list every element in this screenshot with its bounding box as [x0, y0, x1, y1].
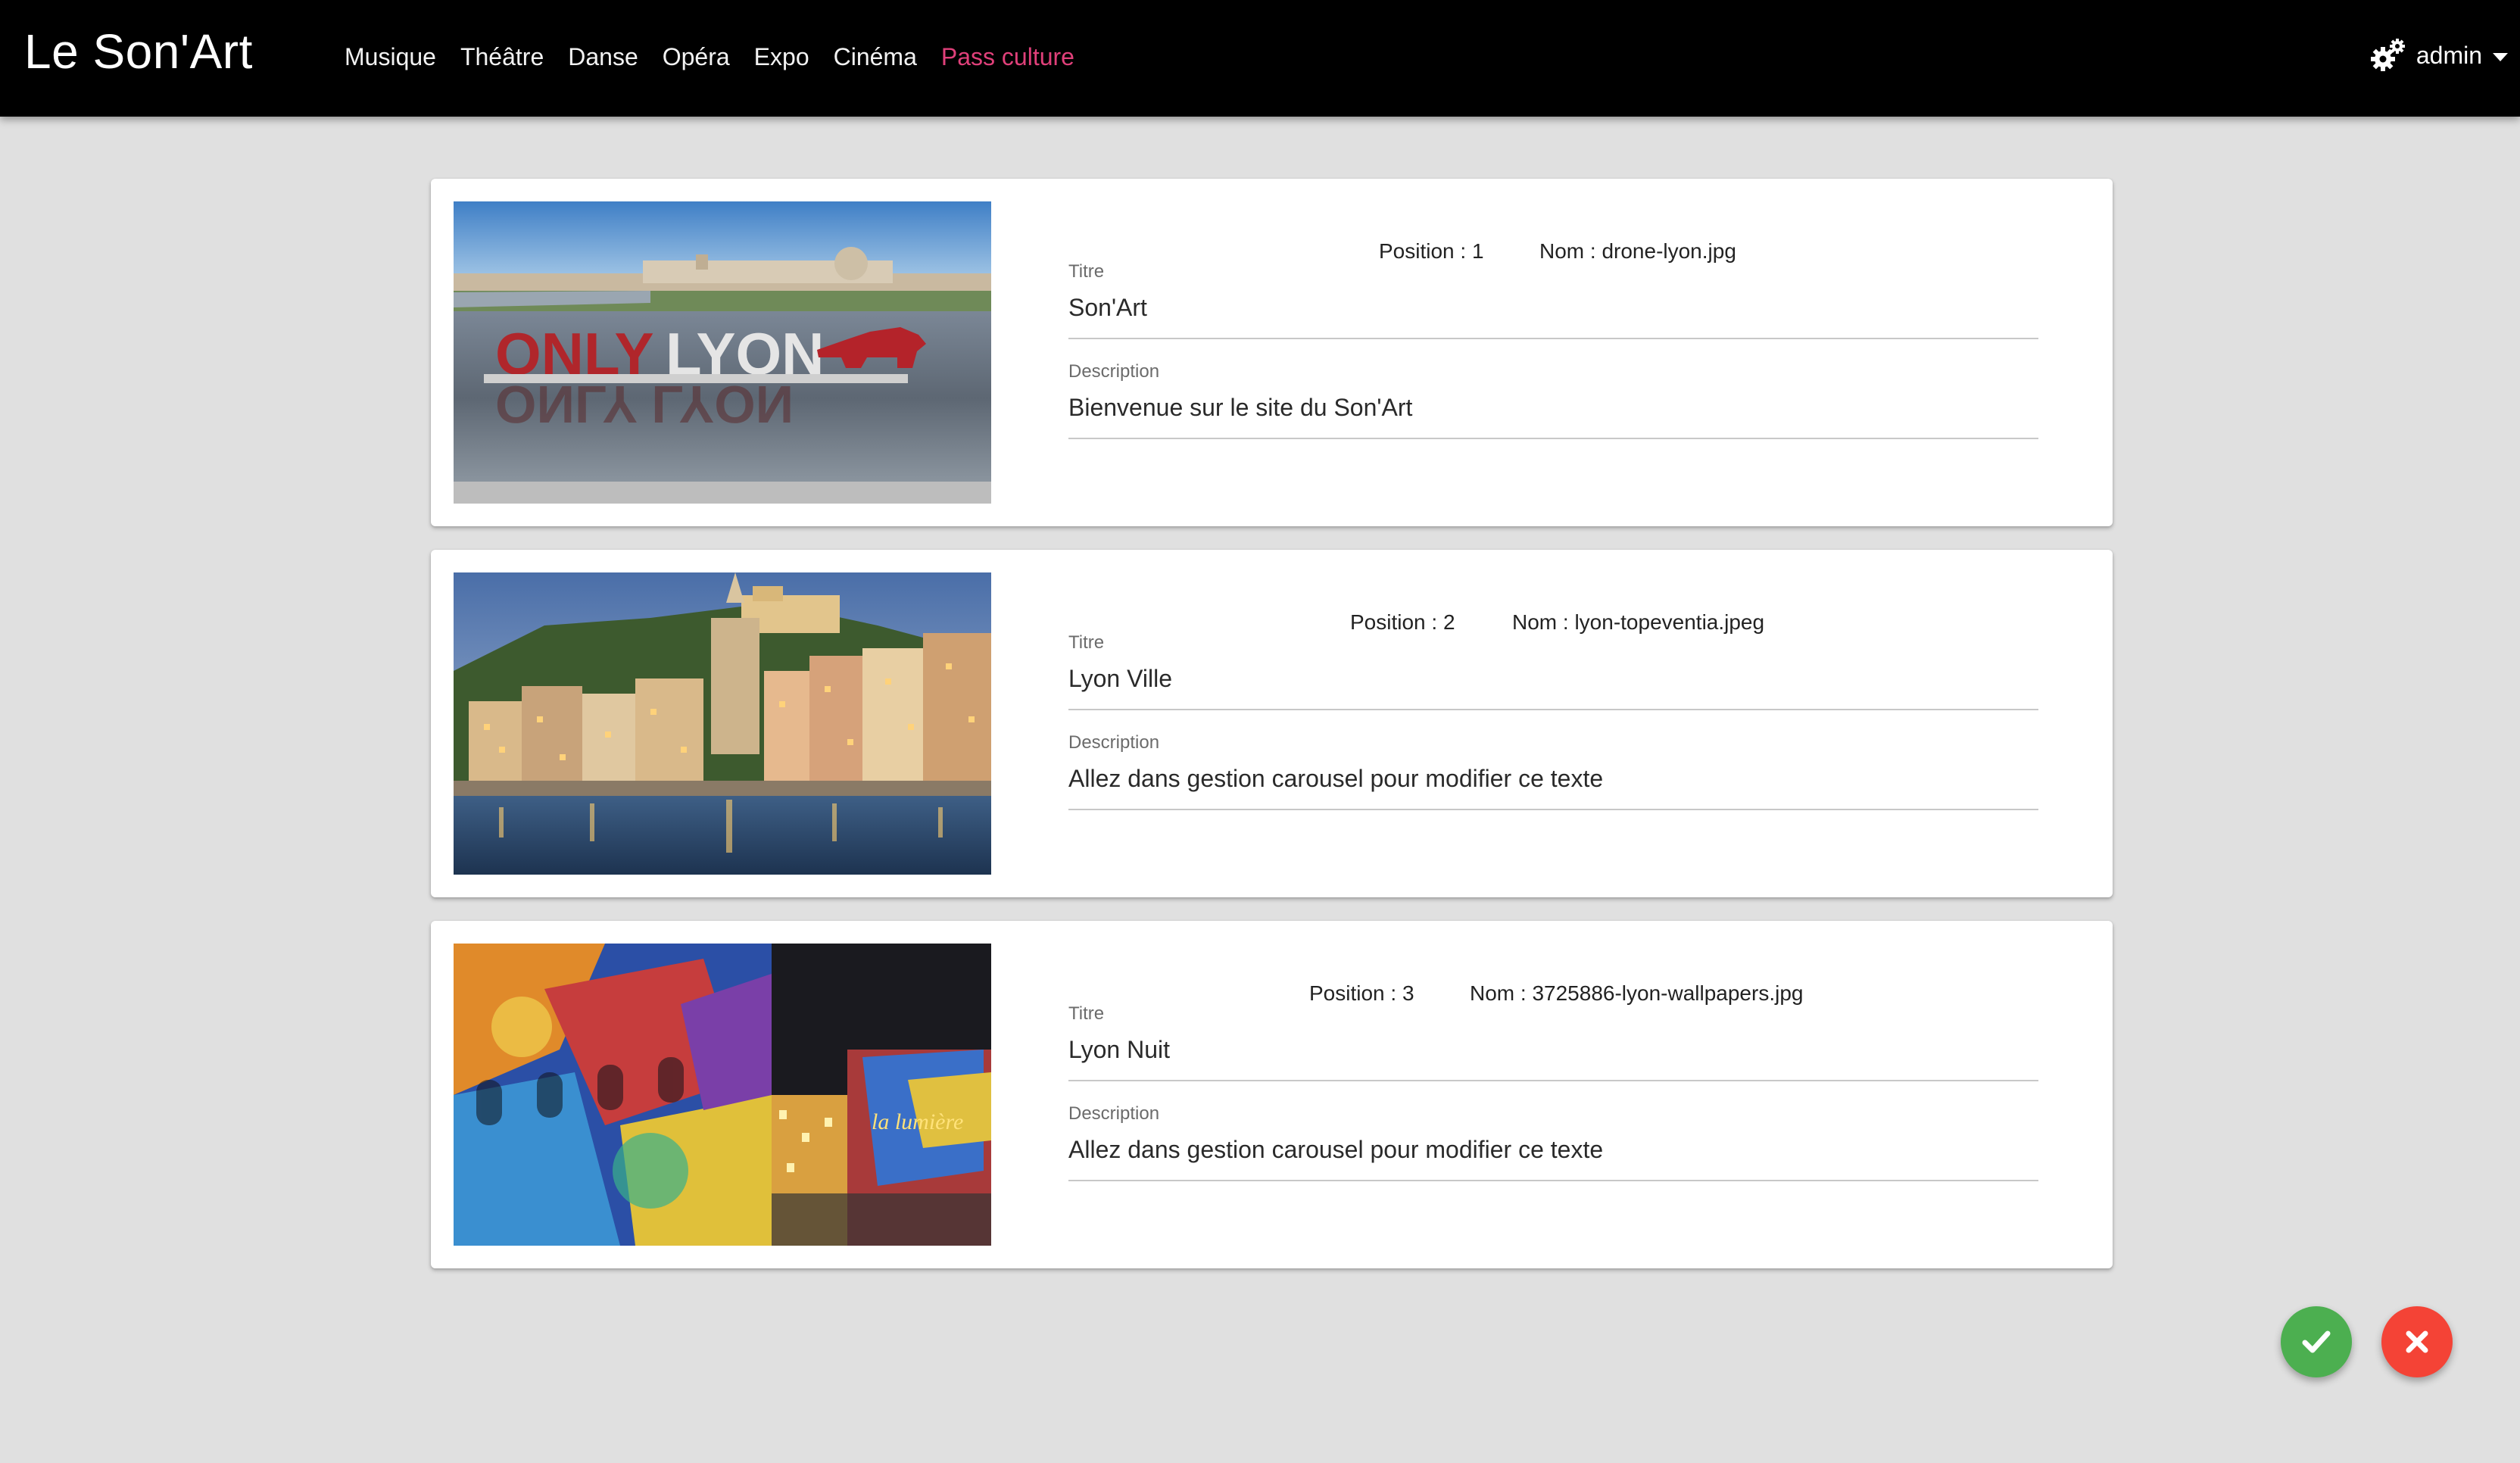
- gears-icon: [2370, 39, 2405, 71]
- brand-logo[interactable]: Le Son'Art: [24, 21, 253, 82]
- slide-card-2: Position : 2 Nom : lyon-topeventia.jpeg …: [431, 550, 2113, 897]
- title-field[interactable]: Titre Son'Art: [1068, 260, 2038, 339]
- nav-link-musique[interactable]: Musique: [345, 38, 436, 76]
- close-icon: [2406, 1330, 2428, 1353]
- slide-card-1: ONLY LYON ONLY LYON Position : 1 Nom : d…: [431, 179, 2113, 526]
- title-input[interactable]: Son'Art: [1068, 291, 2038, 339]
- nav-link-theatre[interactable]: Théâtre: [460, 38, 544, 76]
- title-input[interactable]: Lyon Nuit: [1068, 1033, 2038, 1081]
- title-field[interactable]: Titre Lyon Nuit: [1068, 1003, 2038, 1081]
- nav-link-opera[interactable]: Opéra: [663, 38, 730, 76]
- description-field[interactable]: Description Allez dans gestion carousel …: [1068, 732, 2038, 810]
- nav-link-pass-culture[interactable]: Pass culture: [941, 38, 1074, 76]
- description-field[interactable]: Description Allez dans gestion carousel …: [1068, 1103, 2038, 1181]
- user-menu-dropdown[interactable]: admin: [2369, 36, 2508, 74]
- description-input[interactable]: Allez dans gestion carousel pour modifie…: [1068, 762, 2038, 810]
- nav-link-danse[interactable]: Danse: [568, 38, 638, 76]
- slide-thumbnail-3: la lumière: [454, 944, 991, 1246]
- svg-text:la lumière: la lumière: [872, 1109, 963, 1134]
- description-field[interactable]: Description Bienvenue sur le site du Son…: [1068, 360, 2038, 439]
- description-label: Description: [1068, 361, 1160, 382]
- title-label: Titre: [1068, 261, 1105, 282]
- user-name: admin: [2416, 41, 2482, 69]
- top-navbar: Le Son'Art Musique Théâtre Danse Opéra E…: [0, 0, 2520, 117]
- description-label: Description: [1068, 1103, 1160, 1124]
- cancel-button[interactable]: [2381, 1306, 2453, 1377]
- title-field[interactable]: Titre Lyon Ville: [1068, 632, 2038, 710]
- check-icon: [2302, 1330, 2331, 1353]
- title-label: Titre: [1068, 632, 1105, 653]
- confirm-button[interactable]: [2281, 1306, 2352, 1377]
- chevron-down-icon: [2493, 52, 2508, 61]
- svg-text:ONLY LYON: ONLY LYON: [495, 375, 794, 434]
- title-input[interactable]: Lyon Ville: [1068, 662, 2038, 710]
- slide-card-3: la lumière Position : 3 Nom : 3725886-ly…: [431, 921, 2113, 1268]
- description-input[interactable]: Allez dans gestion carousel pour modifie…: [1068, 1133, 2038, 1181]
- slide-thumbnail-2: [454, 572, 991, 875]
- nav-link-cinema[interactable]: Cinéma: [834, 38, 917, 76]
- description-input[interactable]: Bienvenue sur le site du Son'Art: [1068, 391, 2038, 439]
- nav-link-expo[interactable]: Expo: [754, 38, 809, 76]
- nav-links: Musique Théâtre Danse Opéra Expo Cinéma …: [345, 38, 1099, 76]
- slide-thumbnail-1: ONLY LYON ONLY LYON: [454, 201, 991, 504]
- description-label: Description: [1068, 732, 1160, 753]
- title-label: Titre: [1068, 1003, 1105, 1024]
